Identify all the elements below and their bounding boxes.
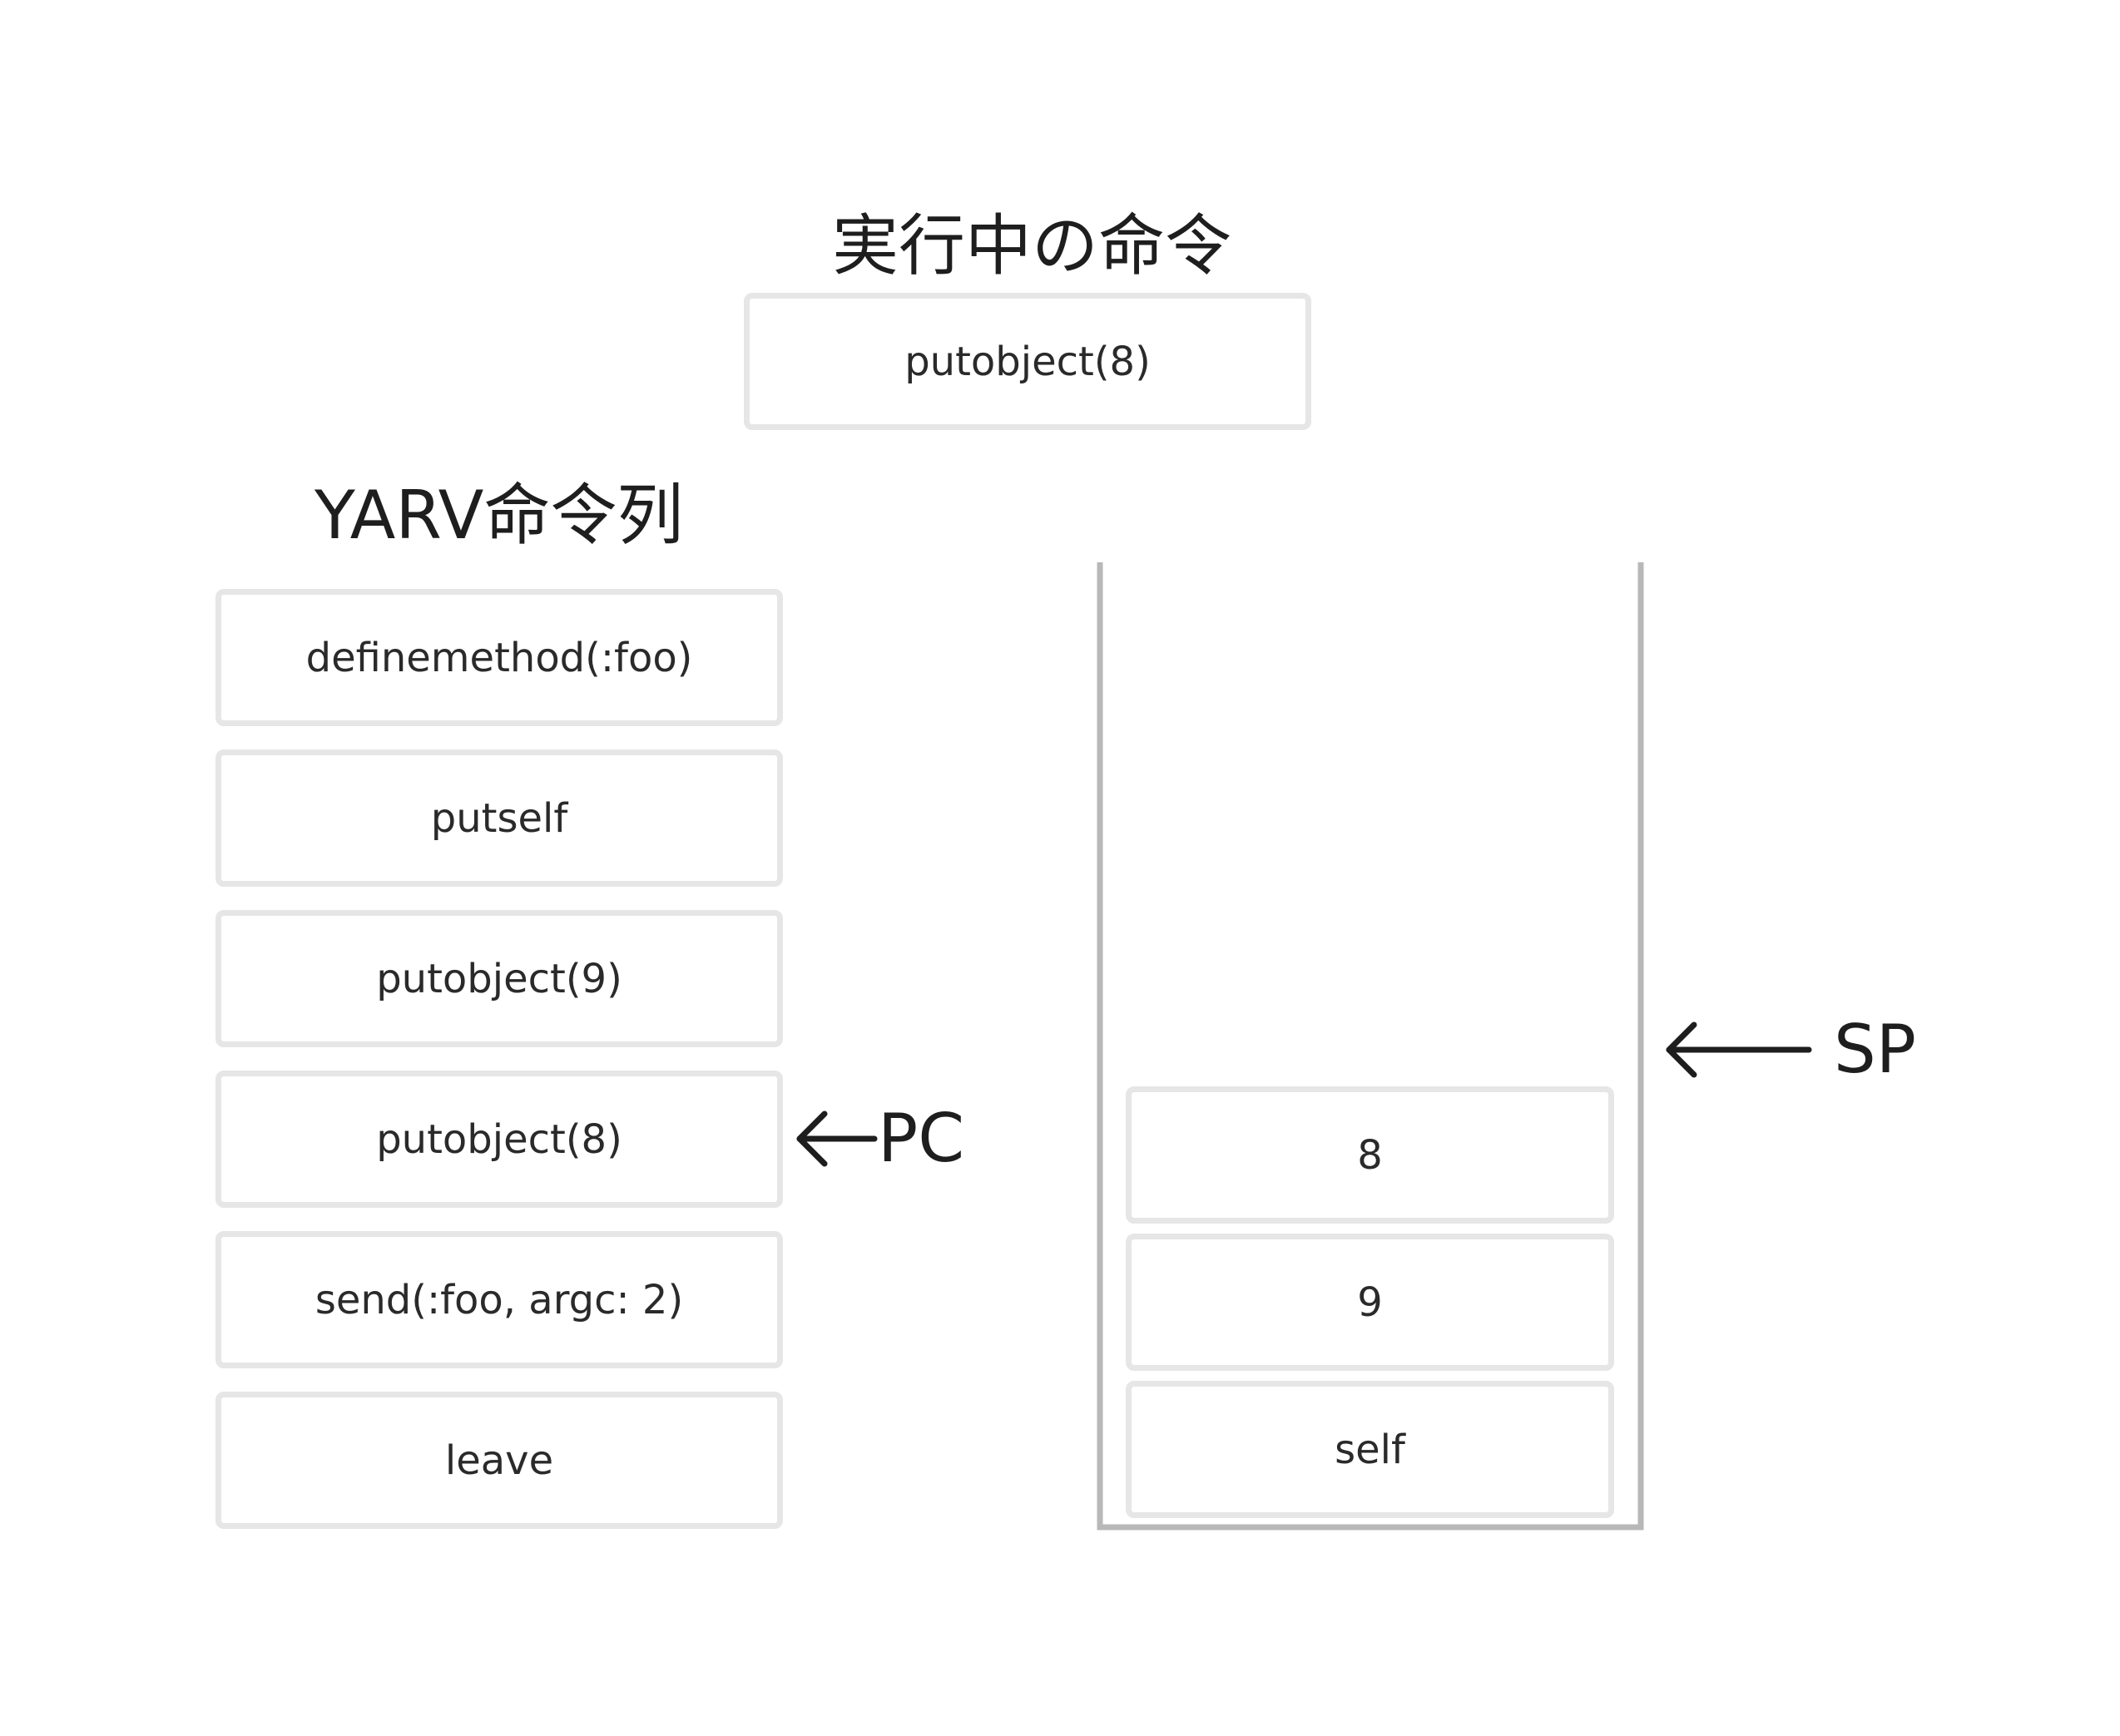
current-instruction-label: putobject(8) xyxy=(904,338,1151,385)
pc-pointer: PC xyxy=(795,1105,964,1172)
sp-pointer: SP xyxy=(1664,1016,1916,1083)
stack-entry: 9 xyxy=(1126,1234,1614,1371)
current-instruction-title: 実行中の命令 xyxy=(832,207,1231,284)
instruction-sequence-title: YARV命令列 xyxy=(315,477,684,554)
stack-entry-label: self xyxy=(1335,1426,1405,1473)
stack-entry-label: 9 xyxy=(1357,1279,1383,1326)
instruction-box: definemethod(:foo) xyxy=(215,589,783,726)
pc-label: PC xyxy=(878,1100,965,1177)
instruction-label: putobject(8) xyxy=(376,1115,622,1163)
instruction-box: leave xyxy=(215,1392,783,1529)
instruction-box-current: putobject(8) xyxy=(215,1071,783,1208)
arrow-left-icon xyxy=(796,1110,878,1167)
arrow-left-icon xyxy=(1666,1021,1812,1078)
stack-entry: self xyxy=(1126,1381,1614,1518)
sp-label: SP xyxy=(1834,1011,1917,1088)
instruction-box: putobject(9) xyxy=(215,910,783,1047)
instruction-label: definemethod(:foo) xyxy=(305,634,693,681)
instruction-label: leave xyxy=(444,1437,554,1484)
instruction-box: send(:foo, argc: 2) xyxy=(215,1231,783,1368)
stack-entry-label: 8 xyxy=(1357,1131,1383,1179)
instruction-label: putobject(9) xyxy=(376,955,622,1002)
instruction-box: putself xyxy=(215,749,783,887)
instruction-label: send(:foo, argc: 2) xyxy=(315,1276,684,1323)
current-instruction-box: putobject(8) xyxy=(744,293,1311,430)
stack-entry: 8 xyxy=(1126,1086,1614,1224)
instruction-label: putself xyxy=(430,794,568,842)
